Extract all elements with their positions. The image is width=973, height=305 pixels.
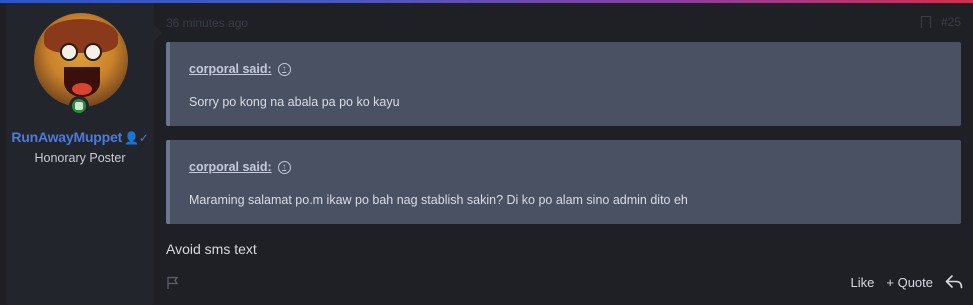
quote-text: Sorry po kong na abala pa po ko kayu [189, 95, 400, 109]
quote-block: corporal said: ↑ Sorry po kong na abala … [166, 42, 961, 126]
like-button[interactable]: Like [851, 275, 875, 290]
online-status-icon [69, 96, 89, 116]
quote-button[interactable]: + Quote [886, 275, 933, 290]
report-flag-icon[interactable] [166, 276, 180, 290]
avatar[interactable] [34, 13, 128, 107]
bookmark-icon[interactable] [920, 16, 931, 28]
quote-text: Maraming salamat po.m ikaw po bah nag st… [189, 193, 688, 207]
quote-author[interactable]: corporal said: ↑ [189, 160, 291, 174]
post-actions: Like + Quote [851, 274, 963, 290]
user-check-icon: 👤✓ [124, 131, 149, 145]
post-number[interactable]: #25 [941, 15, 961, 29]
user-title: Honorary Poster [34, 151, 126, 165]
post-message: Avoid sms text [166, 241, 257, 257]
user-sidebar: RunAwayMuppet 👤✓ Honorary Poster [6, 3, 162, 305]
reply-icon[interactable] [945, 274, 963, 290]
quote-author[interactable]: corporal said: ↑ [189, 62, 291, 76]
post-meta-actions: #25 [920, 15, 961, 29]
post-timestamp[interactable]: 36 minutes ago [166, 16, 248, 30]
username-link[interactable]: RunAwayMuppet 👤✓ [6, 129, 154, 145]
jump-to-quote-icon[interactable]: ↑ [277, 62, 291, 76]
jump-to-quote-icon[interactable]: ↑ [277, 160, 291, 174]
quote-block: corporal said: ↑ Maraming salamat po.m i… [166, 140, 961, 224]
